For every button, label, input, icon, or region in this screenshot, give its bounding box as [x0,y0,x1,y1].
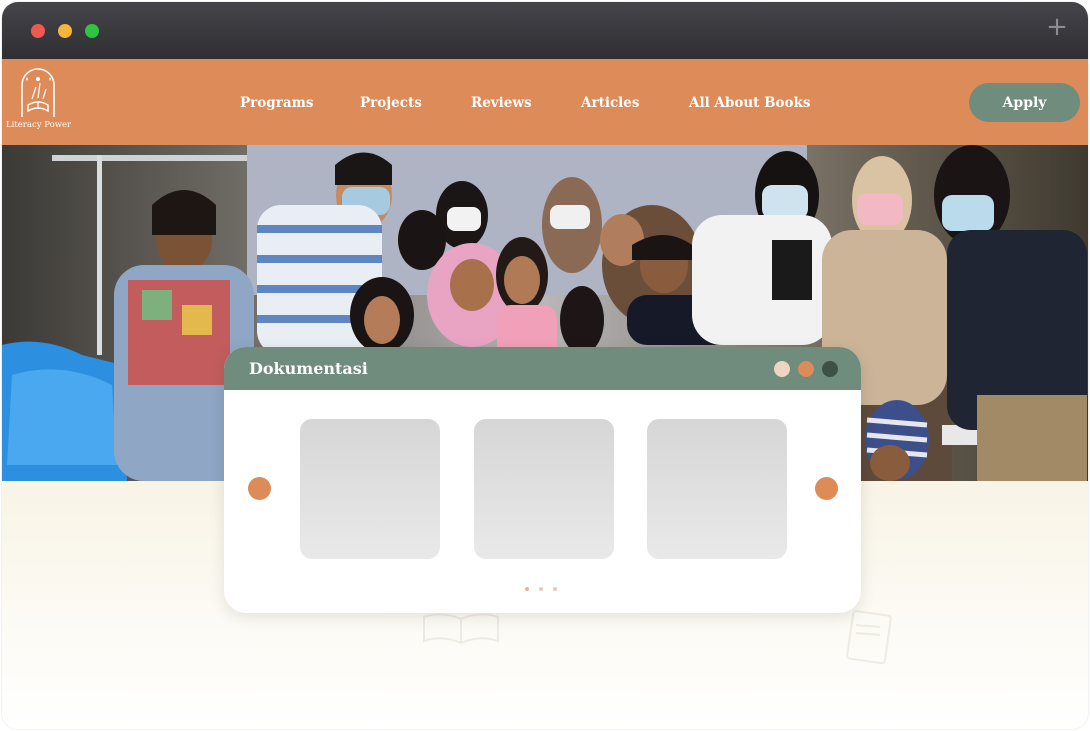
book-icon [846,610,892,665]
next-slide-button[interactable] [815,477,838,500]
gallery-slide[interactable] [647,419,787,559]
site-logo[interactable]: Literacy Power [6,67,72,137]
page-dot[interactable] [553,587,557,591]
header-dot-dark [822,361,838,377]
apply-button[interactable]: Apply [969,83,1080,122]
header-dot-light [774,361,790,377]
site-navbar: Literacy Power Programs Projects Reviews… [2,59,1088,145]
page-dot[interactable] [539,587,543,591]
nav-link-all-about-books[interactable]: All About Books [689,95,810,111]
nav-link-reviews[interactable]: Reviews [471,95,532,111]
maximize-window-button[interactable] [85,24,99,38]
minimize-window-button[interactable] [58,24,72,38]
gallery-slide[interactable] [300,419,440,559]
browser-window: + Literacy Power Programs Projects Revie… [2,2,1088,729]
documentation-carousel-card: Dokumentasi [224,347,861,613]
nav-link-projects[interactable]: Projects [360,95,422,111]
carousel-title: Dokumentasi [249,359,368,378]
gallery-slide[interactable] [474,419,614,559]
header-dot-orange [798,361,814,377]
book-logo-icon [21,68,55,117]
page-dot-active[interactable] [525,587,529,591]
plus-icon[interactable]: + [1046,14,1068,40]
close-window-button[interactable] [31,24,45,38]
carousel-header: Dokumentasi [224,347,861,390]
open-book-icon [423,613,499,645]
nav-link-programs[interactable]: Programs [240,95,313,111]
window-titlebar: + [2,2,1088,59]
logo-text: Literacy Power [6,120,72,130]
previous-slide-button[interactable] [248,477,271,500]
nav-link-articles[interactable]: Articles [581,95,640,111]
